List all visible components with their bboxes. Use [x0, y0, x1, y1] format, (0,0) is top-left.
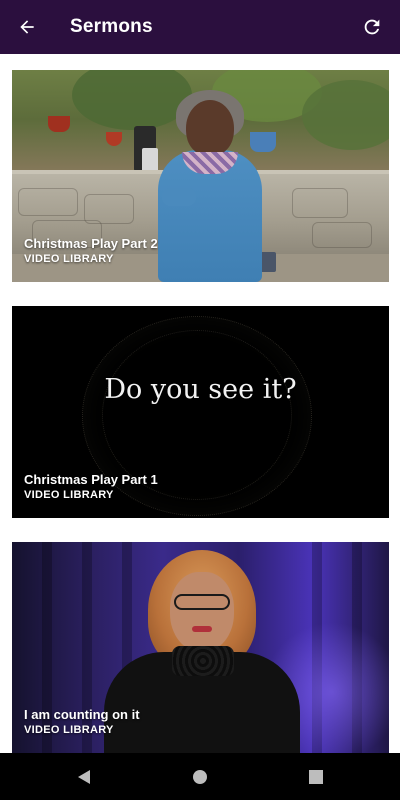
nav-recents-square-icon [309, 769, 323, 784]
video-card[interactable]: I am counting on it VIDEO LIBRARY [12, 542, 389, 753]
video-caption: I am counting on it VIDEO LIBRARY [24, 707, 140, 737]
video-category: VIDEO LIBRARY [24, 724, 114, 736]
nav-back-triangle-icon [78, 769, 90, 784]
page-title: Sermons [70, 16, 153, 37]
video-caption: Christmas Play Part 2 VIDEO LIBRARY [24, 236, 158, 266]
arrow-back-icon [20, 20, 34, 34]
nav-recents-button[interactable] [286, 753, 346, 800]
video-caption: Christmas Play Part 1 VIDEO LIBRARY [24, 472, 158, 502]
sermon-list[interactable]: Christmas Play Part 2 VIDEO LIBRARY Do y… [0, 54, 400, 753]
nav-back-button[interactable] [54, 753, 114, 800]
video-category: VIDEO LIBRARY [24, 489, 114, 501]
nav-home-circle-icon [193, 769, 207, 784]
thumbnail-text: Do you see it? [104, 374, 297, 405]
system-nav-bar [0, 753, 400, 800]
refresh-button[interactable] [352, 7, 392, 47]
video-title: Christmas Play Part 1 [24, 472, 158, 487]
app-bar: Sermons [0, 0, 400, 54]
back-button[interactable] [0, 0, 54, 54]
video-title: I am counting on it [24, 707, 140, 722]
video-category: VIDEO LIBRARY [24, 253, 114, 265]
video-card[interactable]: Christmas Play Part 2 VIDEO LIBRARY [12, 70, 389, 282]
app: Sermons Christmas Play Part 2 VIDEO LIBR… [0, 0, 400, 800]
video-title: Christmas Play Part 2 [24, 236, 158, 251]
refresh-icon [364, 19, 380, 35]
nav-home-button[interactable] [170, 753, 230, 800]
video-card[interactable]: Do you see it? Christmas Play Part 1 VID… [12, 306, 389, 518]
